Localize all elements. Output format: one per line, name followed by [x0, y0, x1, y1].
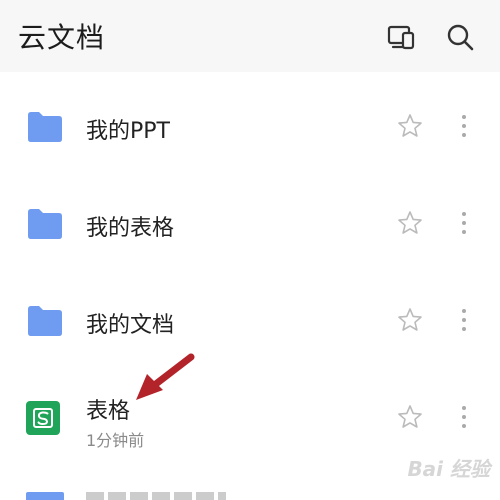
- star-icon[interactable]: [397, 113, 423, 139]
- page-title: 云文档: [18, 21, 106, 54]
- list-item[interactable]: [0, 369, 500, 465]
- file-name: [86, 492, 226, 500]
- list-item[interactable]: 我的文档: [0, 272, 500, 368]
- more-icon[interactable]: [456, 307, 472, 333]
- more-icon[interactable]: [456, 404, 472, 430]
- devices-icon[interactable]: [386, 22, 416, 52]
- folder-icon: [26, 208, 64, 240]
- more-icon[interactable]: [456, 113, 472, 139]
- more-icon[interactable]: [456, 210, 472, 236]
- spreadsheet-icon: [26, 401, 60, 435]
- file-name: 我的表格: [86, 216, 175, 241]
- file-name: 我的PPT: [86, 119, 170, 144]
- star-icon[interactable]: [397, 210, 423, 236]
- file-name: 表格: [86, 399, 131, 424]
- list-item[interactable]: 我的表格: [0, 175, 500, 271]
- folder-icon: [26, 111, 64, 143]
- file-name: 我的文档: [86, 313, 175, 338]
- app-header: 云文档: [0, 0, 500, 72]
- star-icon[interactable]: [397, 307, 423, 333]
- folder-icon: [26, 492, 64, 500]
- folder-icon: [26, 305, 64, 337]
- watermark: Bai 经验: [407, 457, 490, 481]
- modified-time: 1分钟前: [86, 431, 145, 450]
- star-icon[interactable]: [397, 404, 423, 430]
- search-icon[interactable]: [445, 22, 475, 52]
- list-item[interactable]: 我的PPT: [0, 78, 500, 174]
